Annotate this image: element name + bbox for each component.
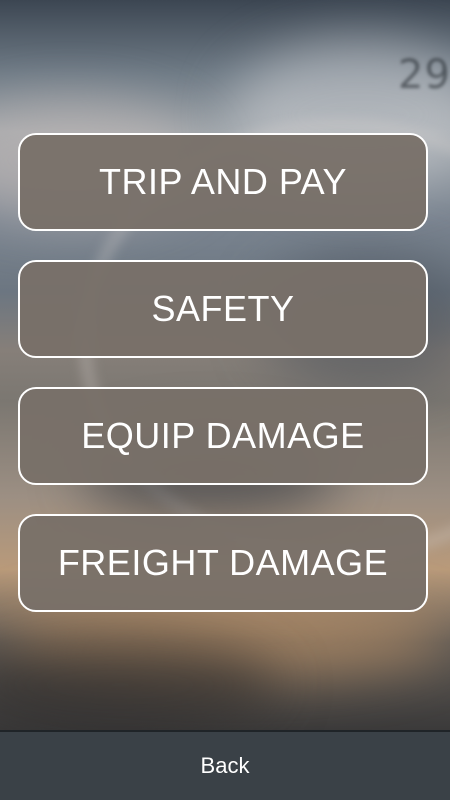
screen: 29 TRIP AND PAY SAFETY EQUIP DAMAGE FREI… [0, 0, 450, 800]
freight-damage-button[interactable]: FREIGHT DAMAGE [18, 514, 428, 612]
back-button[interactable]: Back [181, 747, 270, 785]
safety-button[interactable]: SAFETY [18, 260, 428, 358]
trip-and-pay-button[interactable]: TRIP AND PAY [18, 133, 428, 231]
category-menu: TRIP AND PAY SAFETY EQUIP DAMAGE FREIGHT… [18, 133, 428, 641]
footer-bar: Back [0, 730, 450, 800]
speedometer-number: 29 [398, 52, 450, 98]
equip-damage-button[interactable]: EQUIP DAMAGE [18, 387, 428, 485]
